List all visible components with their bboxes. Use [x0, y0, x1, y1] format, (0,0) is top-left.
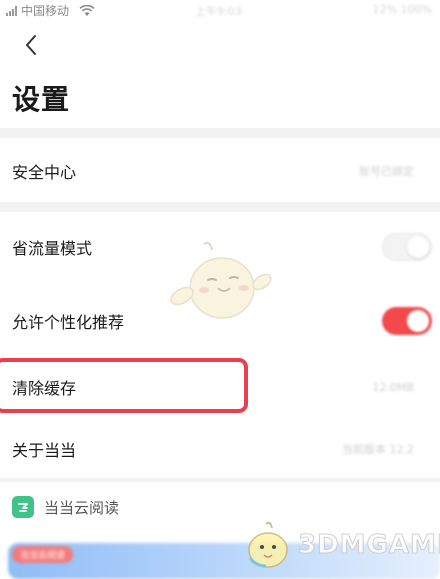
row-label: 安全中心: [12, 163, 77, 182]
row-value: 账号已绑定: [359, 165, 414, 178]
carrier-info: 中国移动: [6, 2, 95, 19]
mascot-watermark-icon: [170, 241, 272, 319]
divider: [0, 202, 440, 212]
wifi-icon: [79, 4, 95, 16]
watermark-text: 3DMGAME: [298, 530, 440, 561]
toggle-knob: [407, 310, 429, 332]
dangdang-reader-section[interactable]: 当当云阅读: [12, 496, 119, 518]
status-time: 上午9:03: [195, 5, 242, 18]
row-about[interactable]: 关于当当 当前版本 12.2: [0, 418, 440, 480]
row-value: 当前版本 12.2: [342, 443, 414, 456]
banner-badge: 当当云阅读: [12, 546, 74, 563]
personalized-recommendation-toggle[interactable]: [382, 307, 432, 335]
divider: [0, 478, 440, 482]
watermark: 3DMGAME: [244, 520, 440, 570]
row-label: 允许个性化推荐: [12, 313, 125, 332]
dangdang-reader-icon: [12, 496, 34, 518]
toggle-knob: [407, 236, 429, 258]
row-value: 12.0MB: [372, 380, 414, 394]
mascot-logo-icon: [248, 521, 288, 568]
divider: [0, 128, 440, 138]
row-security-center[interactable]: 安全中心 账号已绑定: [0, 140, 440, 202]
row-label: 关于当当: [12, 441, 77, 460]
status-battery: 12% 100%: [372, 3, 432, 16]
page-title: 设置: [12, 83, 71, 116]
highlight-box: [0, 358, 248, 413]
chevron-left-icon: [26, 35, 36, 55]
back-button[interactable]: [18, 32, 44, 58]
row-label: 省流量模式: [12, 239, 93, 258]
signal-icon: [6, 5, 17, 16]
section-label: 当当云阅读: [44, 498, 120, 517]
carrier-name: 中国移动: [21, 4, 70, 18]
data-saver-toggle[interactable]: [382, 233, 432, 261]
status-bar: 中国移动 上午9:03 12% 100%: [0, 0, 440, 20]
